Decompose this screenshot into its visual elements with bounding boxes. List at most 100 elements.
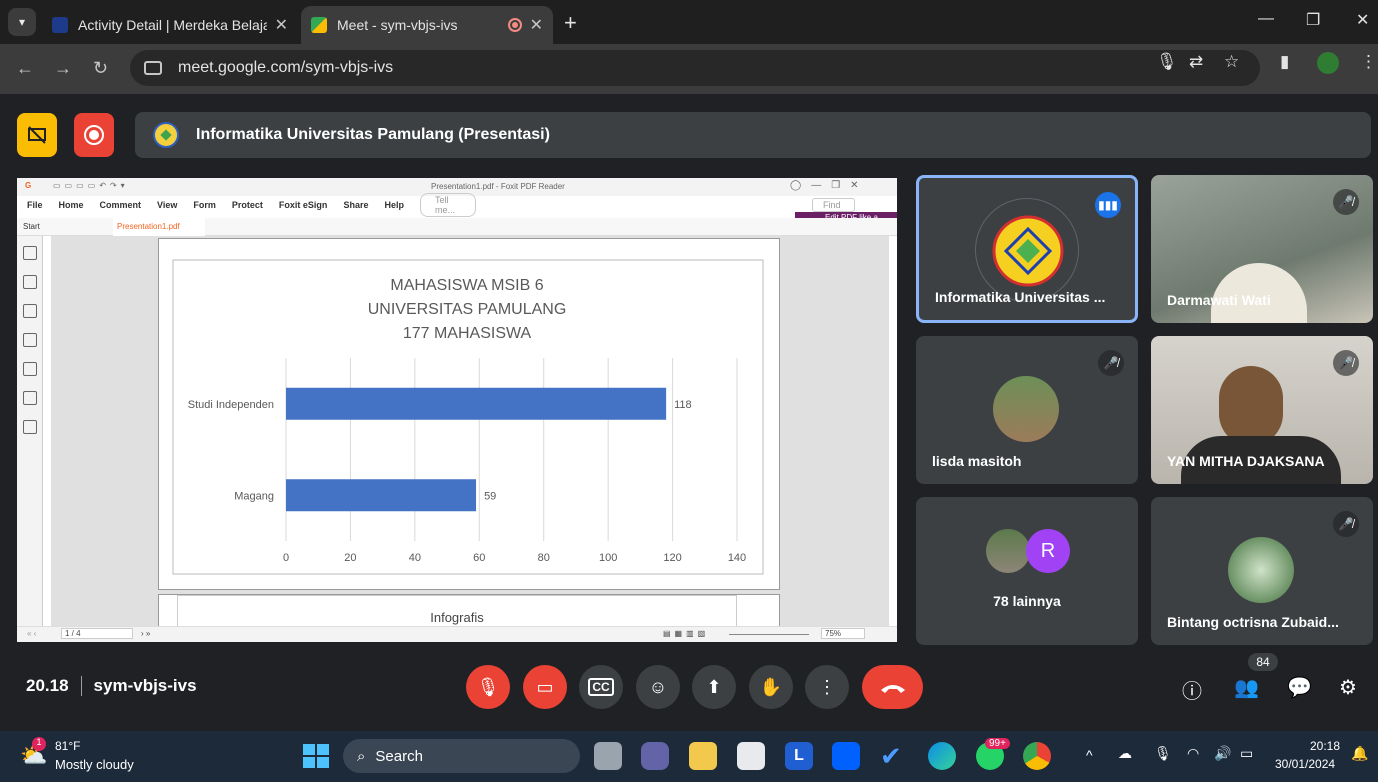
chrome-icon[interactable] — [1023, 742, 1051, 770]
weather-widget[interactable]: ⛅ 1 81°F Mostly cloudy — [20, 737, 160, 775]
page-nav-first-prev[interactable]: « ‹ — [27, 629, 36, 638]
browser-tab-merdeka[interactable]: Activity Detail | Merdeka Belajar ✕ — [42, 6, 298, 44]
profile-avatar[interactable] — [1317, 52, 1339, 74]
captions-button[interactable]: CC — [579, 665, 623, 709]
x-tick-label: 40 — [409, 552, 421, 564]
page-number-input[interactable]: 1 / 4 — [61, 628, 133, 639]
side-panel-icon[interactable]: ▮ — [1280, 52, 1289, 72]
start-button[interactable] — [301, 742, 329, 770]
tell-me-input[interactable]: Tell me... — [419, 193, 476, 217]
menu-kebab-icon[interactable]: ⋮ — [1360, 52, 1377, 72]
camera-off-icon: ▭ — [536, 676, 554, 697]
back-icon[interactable]: ← — [16, 58, 34, 79]
page-nav-next-last[interactable]: › » — [141, 629, 150, 638]
l-app-icon[interactable]: L — [785, 742, 813, 770]
participant-name: Informatika Universitas ... — [935, 289, 1106, 305]
tab-search-button[interactable]: ▾ — [8, 8, 36, 36]
participant-tile-lisda[interactable]: 🎤̸ lisda masitoh — [916, 336, 1138, 484]
participant-tile-presenter[interactable]: ▮▮▮ Informatika Universitas ... — [916, 175, 1138, 323]
participant-tile-bintang[interactable]: 🎤̸ Bintang octrisna Zubaid... — [1151, 497, 1373, 645]
forward-icon[interactable]: → — [54, 58, 72, 79]
tray-chevron-icon[interactable]: ^ — [1086, 747, 1093, 763]
address-bar[interactable]: meet.google.com/sym-vbjs-ivs — [130, 50, 1260, 86]
data-label: 118 — [674, 399, 692, 411]
bookmark-star-icon[interactable]: ☆ — [1224, 52, 1239, 72]
merdeka-favicon — [52, 17, 68, 33]
translate-icon[interactable]: ⇄ — [1189, 52, 1203, 72]
close-tab-icon[interactable]: ✕ — [530, 15, 543, 35]
reload-icon[interactable]: ↻ — [93, 58, 108, 79]
clock-time[interactable]: 20:18 — [1310, 739, 1340, 753]
present-button[interactable]: ⬆ — [692, 665, 736, 709]
layers-icon[interactable] — [22, 333, 37, 347]
find-input[interactable]: Find — [811, 198, 856, 212]
bookmark-icon[interactable] — [22, 246, 37, 260]
security-icon[interactable] — [22, 391, 37, 405]
menu-file[interactable]: File — [27, 200, 43, 210]
teams-icon[interactable] — [641, 742, 669, 770]
activities-icon[interactable]: ⚙ — [1339, 675, 1357, 700]
volume-icon[interactable]: 🔊 — [1214, 745, 1231, 762]
raise-hand-button[interactable]: ✋ — [749, 665, 793, 709]
taskbar-search[interactable]: ⌕ Search — [343, 739, 580, 773]
leave-call-button[interactable] — [862, 665, 923, 709]
pages-icon[interactable] — [22, 275, 37, 289]
todo-icon[interactable]: ✔ — [880, 742, 908, 770]
more-options-button[interactable]: ⋮ — [805, 665, 849, 709]
participant-tile-yan[interactable]: 🎤̸ YAN MITHA DJAKSANA — [1151, 336, 1373, 484]
menu-comment[interactable]: Comment — [100, 200, 142, 210]
comment-icon[interactable] — [22, 304, 37, 318]
notification-icon[interactable]: 🔔 — [1351, 745, 1368, 762]
new-tab-button[interactable]: + — [564, 10, 577, 36]
camera-toggle-button[interactable]: ▭ — [523, 665, 567, 709]
tab-presentation[interactable]: Presentation1.pdf — [113, 218, 205, 236]
participant-tile-darmawati[interactable]: 🎤̸ Darmawati Wati — [1151, 175, 1373, 323]
chat-icon[interactable]: 💬 — [1287, 675, 1312, 700]
browser-tab-meet[interactable]: Meet - sym-vbjs-ivs ✕ — [301, 6, 553, 44]
menu-view[interactable]: View — [157, 200, 177, 210]
participant-tile-others[interactable]: R 78 lainnya — [916, 497, 1138, 645]
menu-help[interactable]: Help — [384, 200, 404, 210]
signature-icon[interactable] — [22, 420, 37, 434]
site-info-icon[interactable] — [144, 61, 162, 75]
hand-icon: ✋ — [759, 676, 783, 697]
menu-esign[interactable]: Foxit eSign — [279, 200, 328, 210]
edge-icon[interactable] — [928, 742, 956, 770]
attachment-icon[interactable] — [22, 362, 37, 376]
chart-title-line-1: MAHASISWA MSIB 6 — [390, 277, 543, 294]
recording-indicator-icon — [507, 18, 522, 32]
emoji-button[interactable]: ☺ — [636, 665, 680, 709]
onedrive-icon[interactable]: ☁ — [1118, 745, 1132, 762]
mic-toggle-button[interactable]: 🎙 — [466, 665, 510, 709]
clock-date[interactable]: 30/01/2024 — [1275, 757, 1335, 771]
menu-share[interactable]: Share — [343, 200, 368, 210]
whatsapp-badge: 99+ — [985, 738, 1010, 749]
pdf-page: MAHASISWA MSIB 6 UNIVERSITAS PAMULANG 17… — [158, 238, 780, 590]
wifi-icon[interactable]: ◠ — [1187, 745, 1199, 762]
restore-icon[interactable]: ❐ — [1306, 10, 1320, 30]
close-window-icon[interactable]: ✕ — [1356, 10, 1369, 30]
store-icon[interactable] — [737, 742, 765, 770]
people-icon[interactable]: 👥 — [1234, 675, 1259, 700]
meeting-details-icon[interactable]: ⓘ — [1182, 675, 1202, 704]
recording-button[interactable] — [74, 113, 114, 157]
close-tab-icon[interactable]: ✕ — [275, 15, 288, 35]
menu-form[interactable]: Form — [193, 200, 216, 210]
menu-protect[interactable]: Protect — [232, 200, 263, 210]
zoom-input[interactable]: 75% — [821, 628, 865, 639]
university-logo-avatar — [975, 198, 1079, 302]
minimize-icon[interactable]: — — [1258, 10, 1274, 28]
battery-icon[interactable]: ▭ — [1240, 745, 1253, 762]
menu-home[interactable]: Home — [59, 200, 84, 210]
zoom-slider[interactable] — [729, 634, 809, 635]
tray-mic-icon[interactable]: 🎙 — [1154, 745, 1172, 762]
view-mode-icons[interactable]: ▤▦▥▧ — [663, 629, 709, 638]
tab-start[interactable]: Start — [23, 222, 40, 231]
microphone-icon[interactable]: 🎙 — [1156, 52, 1178, 72]
stop-presenting-button[interactable] — [17, 113, 57, 157]
weather-desc: Mostly cloudy — [55, 757, 134, 772]
file-explorer-icon[interactable] — [689, 742, 717, 770]
dropbox-icon[interactable] — [832, 742, 860, 770]
task-view-icon[interactable] — [594, 742, 622, 770]
meeting-time: 20.18 — [26, 676, 69, 695]
